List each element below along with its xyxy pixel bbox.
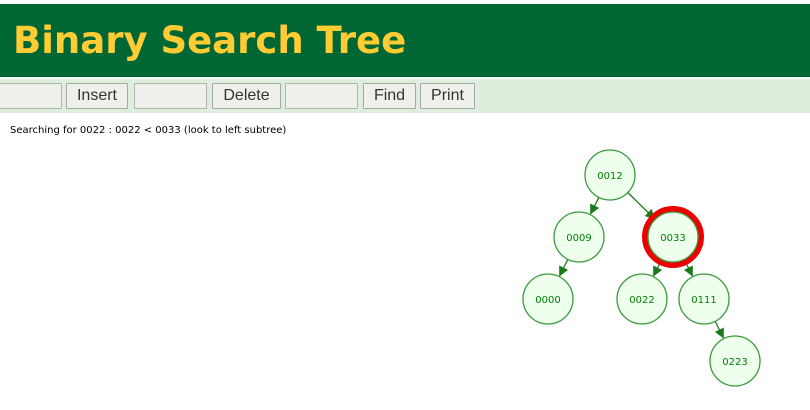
tree-node: 0012 bbox=[584, 149, 636, 201]
tree-node-label: 0012 bbox=[597, 171, 622, 182]
tree-edge-n111-n223 bbox=[714, 321, 724, 339]
tree-node: 0223 bbox=[709, 335, 761, 387]
tree-edge-n9-n0 bbox=[559, 259, 569, 277]
tree-node-label: 0022 bbox=[629, 295, 654, 306]
tree-node-label: 0111 bbox=[691, 295, 716, 306]
tree-node-label: 0223 bbox=[722, 357, 747, 368]
tree-node: 0022 bbox=[616, 273, 668, 325]
tree-edge-n12-n33 bbox=[627, 192, 656, 220]
tree-canvas: 0012 0009 0033 0000 0022 0111 0223 bbox=[522, 149, 761, 387]
tree-node: 0111 bbox=[678, 273, 730, 325]
tree-nodes: 0012 0009 0033 0000 0022 0111 0223 bbox=[522, 149, 761, 387]
tree-edge-n12-n9 bbox=[590, 197, 600, 215]
tree-node: 0009 bbox=[553, 211, 605, 263]
tree-node: 0000 bbox=[522, 273, 574, 325]
tree-node-label: 0009 bbox=[566, 233, 591, 244]
tree-node: 0033 bbox=[642, 206, 704, 268]
page: Binary Search Tree Insert Delete Find Pr… bbox=[0, 0, 810, 410]
tree-node-label: 0000 bbox=[535, 295, 560, 306]
tree-node-label: 0033 bbox=[660, 233, 685, 244]
